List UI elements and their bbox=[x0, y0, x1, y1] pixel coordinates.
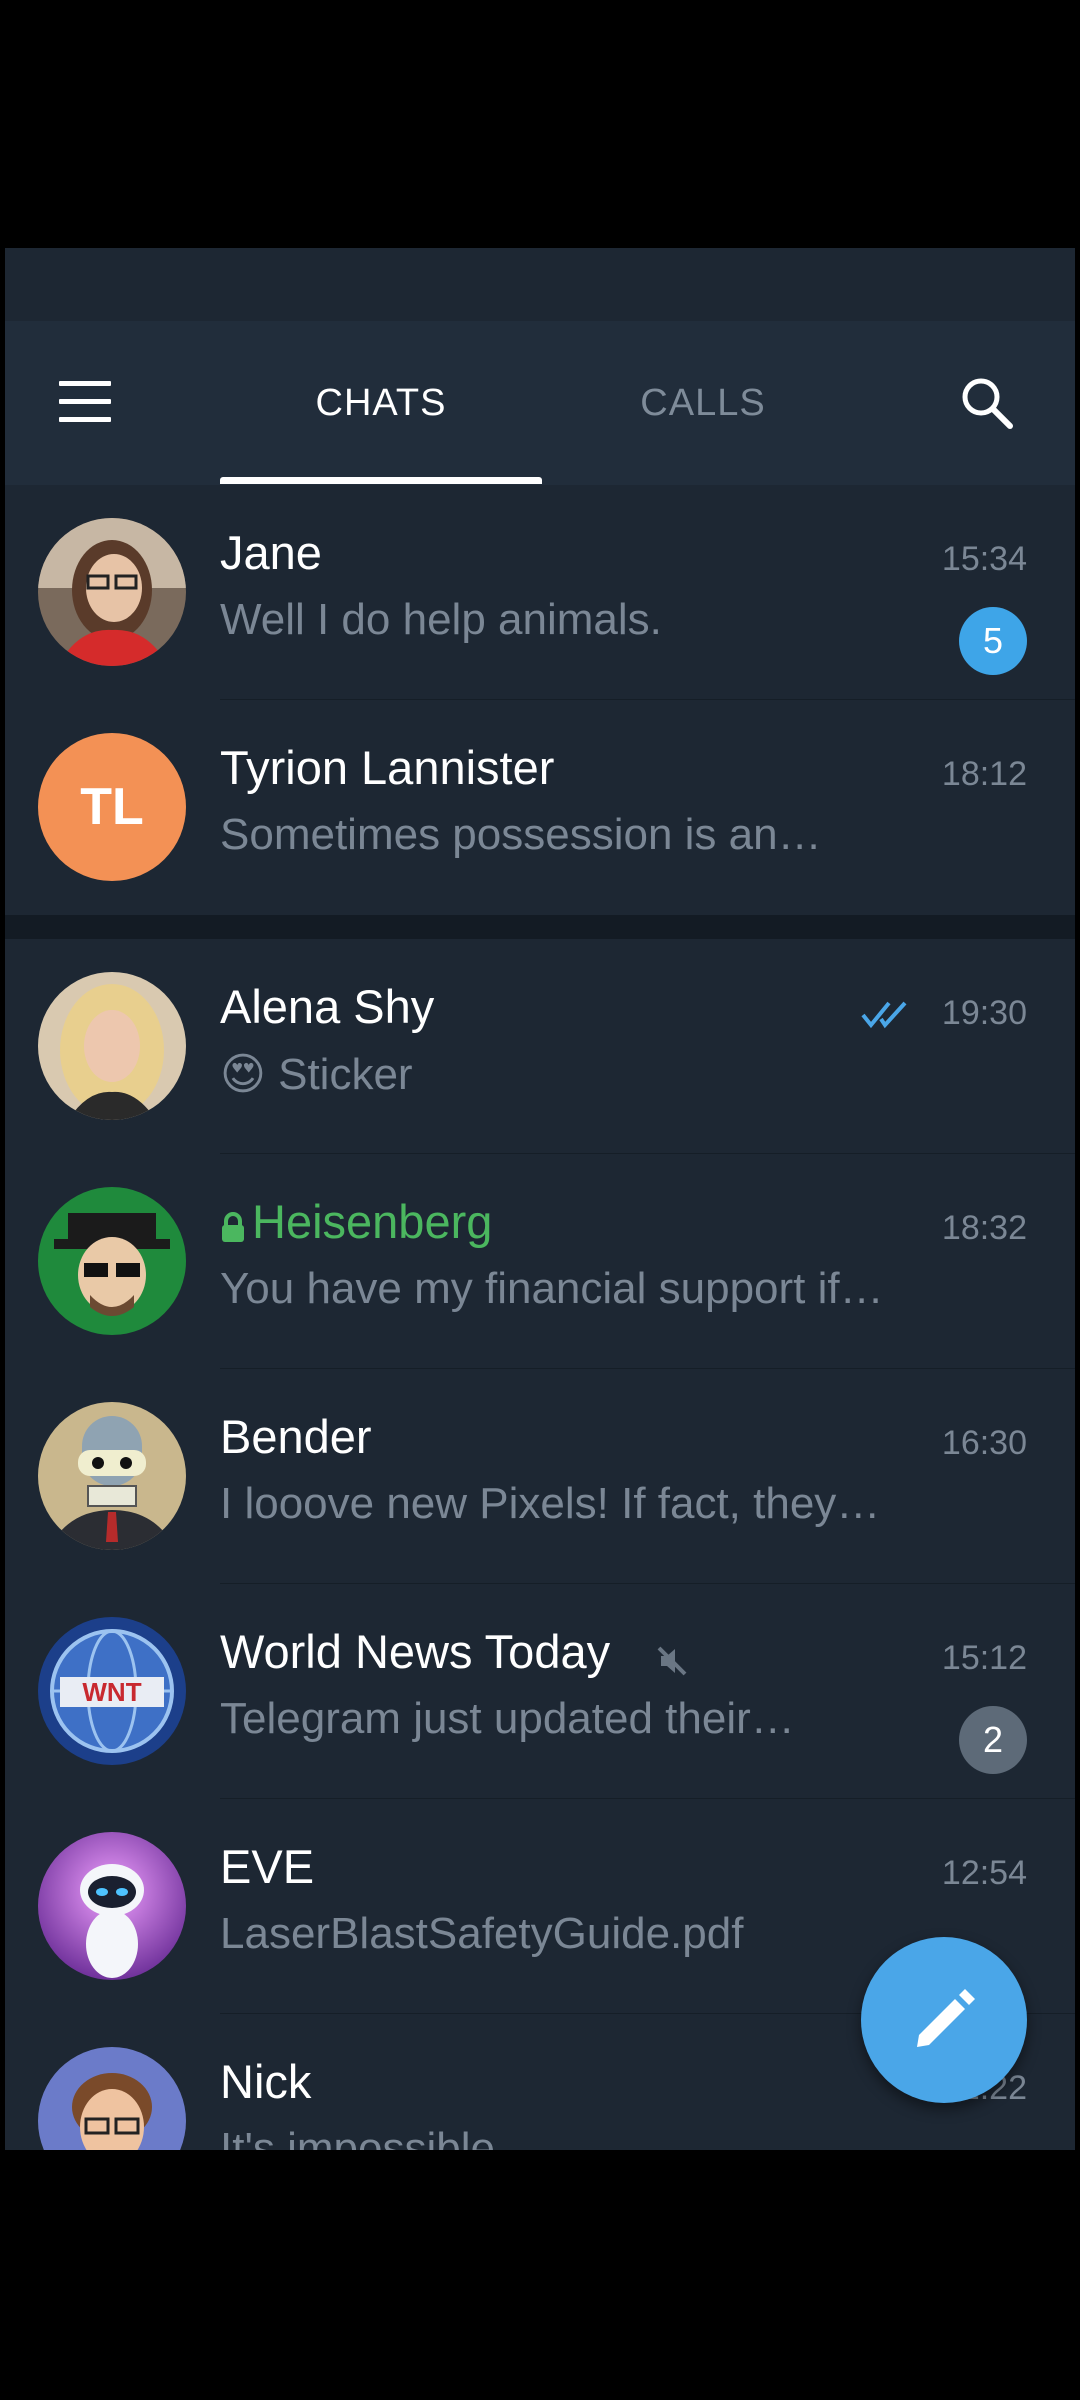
avatar-initials: TL bbox=[38, 733, 186, 881]
chat-preview: I looove new Pixels! If fact, they… bbox=[220, 1479, 881, 1528]
pencil-icon bbox=[917, 1989, 975, 2047]
chat-preview: Telegram just updated their… bbox=[220, 1694, 795, 1743]
menu-icon[interactable] bbox=[55, 373, 115, 433]
chat-preview: Well I do help animals. bbox=[220, 595, 662, 644]
chat-preview: Sometimes possession is an… bbox=[220, 810, 822, 859]
chat-time: 19:30 bbox=[941, 994, 1027, 1032]
chat-preview: It's impossible. bbox=[220, 2124, 508, 2150]
chat-row-bender[interactable]: Bender 16:30 I looove new Pixels! If fac… bbox=[5, 1369, 1075, 1584]
chat-preview: You have my financial support if… bbox=[220, 1264, 884, 1313]
chat-row-tyrion-lannister[interactable]: TL Tyrion Lannister 18:12 Sometimes poss… bbox=[5, 700, 1075, 915]
chat-row-alena-shy[interactable]: Alena Shy 19:30 😍 Sticker bbox=[5, 939, 1075, 1154]
active-tab-indicator bbox=[220, 477, 542, 484]
chat-time: 12:54 bbox=[941, 1854, 1027, 1892]
chat-time: 16:30 bbox=[941, 1424, 1027, 1462]
chat-time: 15:12 bbox=[941, 1639, 1027, 1677]
chat-name: EVE bbox=[220, 1840, 315, 1893]
double-check-icon bbox=[861, 1001, 907, 1029]
telegram-app: CHATS CALLS Jane 15:34 Well I do help an… bbox=[5, 248, 1075, 2150]
section-divider bbox=[5, 915, 1075, 939]
avatar bbox=[38, 1187, 186, 1335]
chat-name: Heisenberg bbox=[252, 1195, 493, 1248]
chat-row-jane[interactable]: Jane 15:34 Well I do help animals. 5 bbox=[5, 485, 1075, 700]
new-message-button[interactable] bbox=[861, 1937, 1027, 2103]
avatar bbox=[38, 1832, 186, 1980]
chat-name: World News Today bbox=[220, 1625, 611, 1678]
chat-time: 18:32 bbox=[941, 1209, 1027, 1247]
chat-time: 18:12 bbox=[941, 755, 1027, 793]
chat-name: Alena Shy bbox=[220, 980, 435, 1033]
tab-calls[interactable]: CALLS bbox=[542, 321, 864, 485]
sticker-emoji: 😍 bbox=[220, 1050, 266, 1099]
chat-row-heisenberg[interactable]: Heisenberg 18:32 You have my financial s… bbox=[5, 1154, 1075, 1369]
avatar bbox=[38, 1402, 186, 1550]
chat-name: Jane bbox=[220, 526, 322, 579]
toolbar: CHATS CALLS bbox=[5, 321, 1075, 485]
avatar bbox=[38, 972, 186, 1120]
unread-badge: 5 bbox=[959, 607, 1027, 675]
chat-time: 15:34 bbox=[941, 540, 1027, 578]
muted-icon bbox=[657, 1646, 687, 1676]
search-icon[interactable] bbox=[957, 373, 1017, 433]
chat-name: Bender bbox=[220, 1410, 372, 1463]
status-bar bbox=[5, 248, 1075, 321]
chat-name: Nick bbox=[220, 2055, 312, 2108]
chat-name: Tyrion Lannister bbox=[220, 741, 555, 794]
chat-preview: LaserBlastSafetyGuide.pdf bbox=[220, 1909, 744, 1958]
chat-row-world-news-today[interactable]: WNT World News Today 15:12 Telegram just… bbox=[5, 1584, 1075, 1799]
avatar: WNT bbox=[38, 1617, 186, 1765]
avatar bbox=[38, 518, 186, 666]
svg-text:WNT: WNT bbox=[82, 1677, 141, 1707]
unread-badge: 2 bbox=[959, 1706, 1027, 1774]
avatar bbox=[38, 2047, 186, 2150]
chat-preview: 😍 Sticker bbox=[220, 1049, 940, 1100]
avatar: TL bbox=[38, 733, 186, 881]
lock-icon bbox=[222, 1212, 244, 1242]
tab-chats[interactable]: CHATS bbox=[220, 321, 542, 485]
preview-text: Sticker bbox=[278, 1050, 413, 1099]
